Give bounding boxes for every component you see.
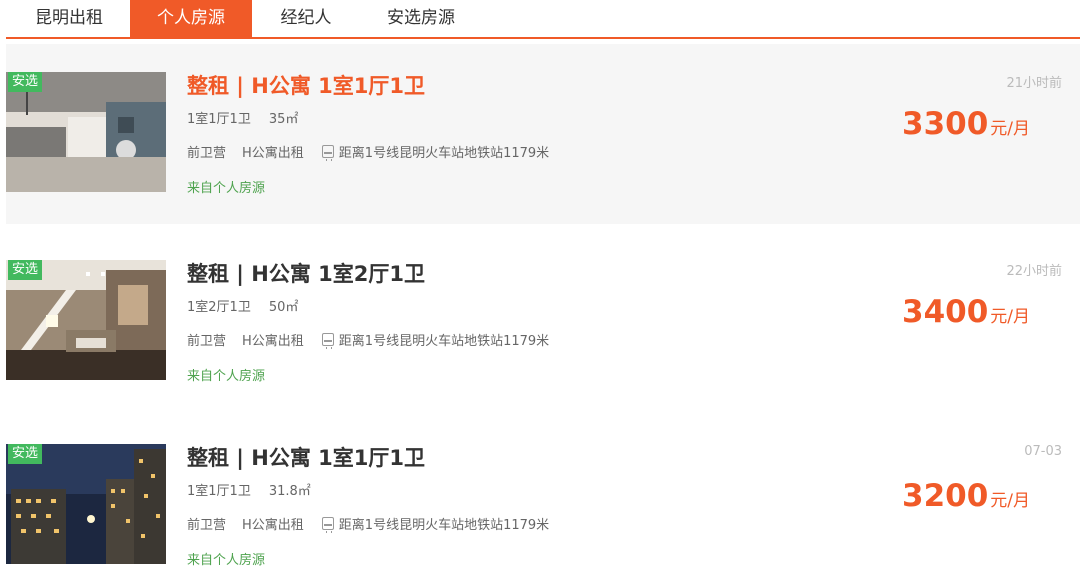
district: 前卫营	[187, 518, 227, 533]
listing-location: 前卫营 H公寓出租 距离1号线昆明火车站地铁站1179米	[187, 330, 549, 349]
tab-selected-listings[interactable]: 安选房源	[366, 0, 476, 38]
price-unit: 元/月	[990, 307, 1031, 327]
listing-item[interactable]: 安选 整租 | H公寓 1室1厅1卫 1室1厅1卫 31.8㎡ 前卫营 H公寓出租…	[6, 416, 1080, 576]
room-area: 31.8㎡	[268, 484, 311, 499]
price-amount: 3300	[902, 106, 989, 142]
room-area: 35㎡	[268, 112, 299, 127]
tab-agents[interactable]: 经纪人	[262, 0, 350, 38]
anxuan-badge: 安选	[8, 444, 43, 464]
listing-spec: 1室2厅1卫 50㎡	[187, 296, 298, 315]
anxuan-badge: 安选	[8, 72, 43, 92]
community: H公寓出租	[242, 334, 304, 349]
community: H公寓出租	[242, 146, 304, 161]
price-unit: 元/月	[990, 119, 1031, 139]
district: 前卫营	[187, 334, 227, 349]
room-layout: 1室1厅1卫	[187, 112, 251, 127]
listing-location: 前卫营 H公寓出租 距离1号线昆明火车站地铁站1179米	[187, 514, 549, 533]
listing-item[interactable]: 安选 整租 | H公寓 1室1厅1卫 1室1厅1卫 35㎡ 前卫营 H公寓出租 距…	[6, 44, 1080, 224]
listing-time: 21小时前	[1006, 76, 1062, 91]
listing-source: 来自个人房源	[187, 181, 266, 196]
listing-time: 22小时前	[1006, 264, 1062, 279]
tab-personal-listings[interactable]: 个人房源	[130, 0, 252, 38]
listing-item[interactable]: 安选 整租 | H公寓 1室2厅1卫 1室2厅1卫 50㎡ 前卫营 H公寓出租 距…	[6, 232, 1080, 384]
listing-source: 来自个人房源	[187, 553, 266, 568]
tab-bar: 昆明出租 个人房源 经纪人 安选房源	[0, 0, 1080, 40]
metro-icon	[321, 333, 334, 349]
listing-time: 07-03	[1024, 444, 1062, 459]
price-amount: 3400	[902, 294, 989, 330]
room-area: 50㎡	[268, 300, 299, 315]
metro-distance: 距离1号线昆明火车站地铁站1179米	[338, 334, 550, 349]
anxuan-badge: 安选	[8, 260, 43, 280]
tab-kunming-rent[interactable]: 昆明出租	[10, 0, 128, 38]
listing-price: 3200 元/月	[902, 478, 1030, 514]
listing-title[interactable]: 整租 | H公寓 1室1厅1卫	[187, 442, 425, 472]
listing-title[interactable]: 整租 | H公寓 1室2厅1卫	[187, 258, 425, 288]
listing-source: 来自个人房源	[187, 369, 266, 384]
listing-location: 前卫营 H公寓出租 距离1号线昆明火车站地铁站1179米	[187, 142, 549, 161]
listing-spec: 1室1厅1卫 31.8㎡	[187, 480, 311, 499]
price-unit: 元/月	[990, 491, 1031, 511]
room-layout: 1室2厅1卫	[187, 300, 251, 315]
district: 前卫营	[187, 146, 227, 161]
metro-distance: 距离1号线昆明火车站地铁站1179米	[338, 146, 550, 161]
room-layout: 1室1厅1卫	[187, 484, 251, 499]
price-amount: 3200	[902, 478, 989, 514]
listing-spec: 1室1厅1卫 35㎡	[187, 108, 298, 127]
metro-icon	[321, 517, 334, 533]
community: H公寓出租	[242, 518, 304, 533]
listing-title[interactable]: 整租 | H公寓 1室1厅1卫	[187, 70, 425, 100]
tab-underline	[6, 37, 1080, 39]
metro-distance: 距离1号线昆明火车站地铁站1179米	[338, 518, 550, 533]
listing-price: 3400 元/月	[902, 294, 1030, 330]
metro-icon	[321, 145, 334, 161]
listing-price: 3300 元/月	[902, 106, 1030, 142]
